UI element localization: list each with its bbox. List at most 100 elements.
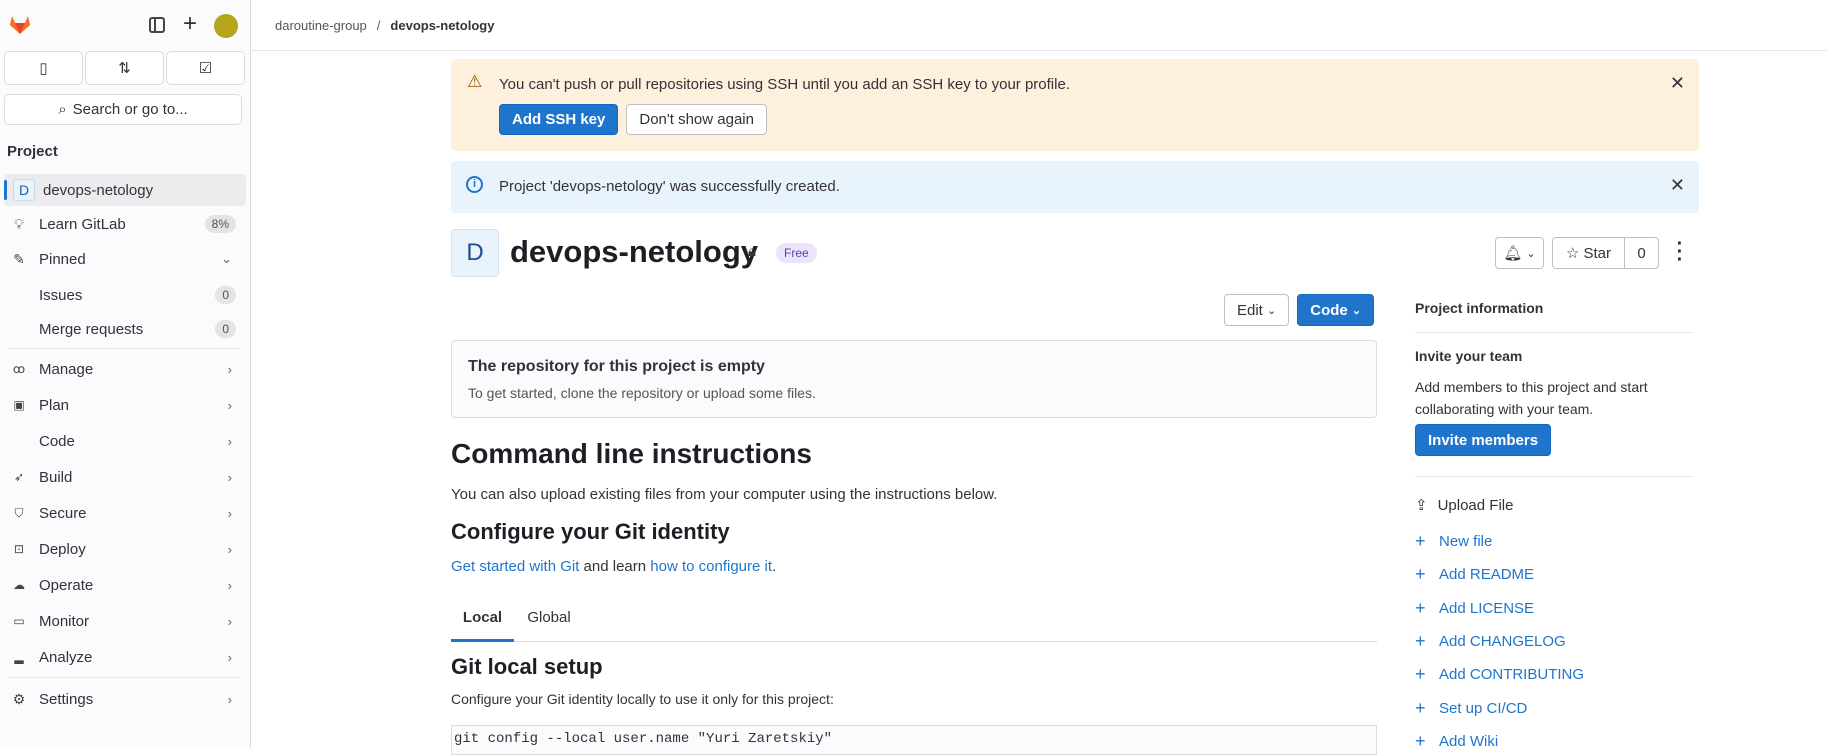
star-button[interactable]: ☆ Star (1553, 238, 1625, 268)
code-dropdown[interactable]: Code ⌄ (1297, 294, 1375, 326)
sidebar-item-label: Code (39, 432, 75, 450)
more-actions-icon[interactable]: · · · (1676, 234, 1684, 270)
sidebar: + ▯ ⇅ ☑ ⌕ Search or go to... Project D de… (0, 0, 251, 748)
gear-icon: ⚙ (12, 690, 26, 707)
sidebar-item-operate[interactable]: ☁ Operate › (0, 569, 246, 601)
project-avatar: D (13, 179, 35, 201)
sidebar-toggle-icon[interactable] (149, 17, 165, 33)
sidebar-item-analyze[interactable]: ▂ Analyze › (0, 641, 246, 673)
upload-icon: ⇪ (1415, 497, 1428, 514)
add-ssh-key-button[interactable]: Add SSH key (499, 104, 619, 135)
star-count[interactable]: 0 (1625, 245, 1658, 262)
notifications-dropdown[interactable]: 🔔︎ ⌄ (1495, 237, 1544, 269)
close-icon[interactable]: ✕ (1670, 175, 1685, 196)
local-setup-title: Git local setup (451, 654, 603, 679)
chart-icon: ▂ (14, 650, 24, 664)
monitor-icon: ▭ (13, 614, 25, 628)
invite-text: Add members to this project and start col… (1415, 379, 1648, 417)
get-started-link[interactable]: Get started with Git (451, 558, 579, 575)
sidebar-item-secure[interactable]: ⛉ Secure › (0, 497, 246, 529)
sidebar-item-settings[interactable]: ⚙ Settings › (0, 683, 246, 715)
sidebar-item-label: Monitor (39, 612, 90, 630)
plan-badge: Free (776, 243, 817, 263)
gitlab-logo-icon[interactable] (8, 12, 32, 36)
sidebar-item-label: Build (39, 468, 73, 486)
tab-local[interactable]: Local (451, 597, 514, 642)
chevron-right-icon: › (227, 541, 232, 557)
identity-help: Get started with Git and learn how to co… (451, 558, 777, 575)
search-button[interactable]: ⌕ Search or go to... (4, 94, 242, 125)
calendar-icon: ▣ (13, 398, 25, 412)
page-title: devops-netology (510, 234, 759, 269)
chevron-down-icon: ⌄ (1267, 304, 1277, 317)
sidebar-item-label: Manage (39, 360, 94, 378)
chevron-right-icon: › (227, 397, 232, 413)
divider (1415, 476, 1692, 477)
plus-icon: + (1415, 597, 1426, 618)
dont-show-again-button[interactable]: Don't show again (626, 104, 767, 135)
todo-icon: ☑ (198, 60, 213, 77)
edit-dropdown[interactable]: Edit ⌄ (1224, 294, 1290, 326)
sidebar-item-pinned[interactable]: ✎ Pinned ⌄ (0, 243, 246, 275)
breadcrumb-group[interactable]: daroutine-group (275, 18, 367, 33)
plus-icon: + (1415, 531, 1426, 551)
quick-link-set-up-ci-cd[interactable]: + Set up CI/CD (1415, 698, 1527, 719)
sidebar-item-label: Plan (39, 396, 70, 414)
local-setup-text: Configure your Git identity locally to u… (451, 691, 834, 707)
sidebar-item-issues[interactable]: Issues 0 (0, 279, 246, 311)
chevron-down-icon: ⌄ (1351, 304, 1362, 317)
quick-link-add-wiki[interactable]: + Add Wiki (1415, 731, 1498, 752)
section-title: Project (7, 143, 58, 160)
chevron-down-icon: ⌄ (221, 251, 232, 266)
sidebar-item-plan[interactable]: ▣ Plan › (0, 389, 246, 421)
sidebar-item-project[interactable]: D devops-netology (4, 174, 246, 206)
upload-file-link[interactable]: ⇪ Upload File (1415, 496, 1513, 515)
plus-icon: + (1415, 697, 1426, 718)
breadcrumb-project[interactable]: devops-netology (390, 18, 494, 33)
chevron-right-icon: › (227, 691, 232, 707)
rocket-icon: ➶ (13, 470, 25, 484)
quick-link-new-file[interactable]: + New file (1415, 531, 1492, 552)
invite-members-button[interactable]: Invite members (1415, 424, 1552, 456)
sidebar-item-monitor[interactable]: ▭ Monitor › (0, 605, 246, 637)
close-icon[interactable]: ✕ (1670, 73, 1685, 94)
sidebar-item-deploy[interactable]: ⊡ Deploy › (0, 533, 246, 565)
quick-link-add-readme[interactable]: + Add README (1415, 564, 1534, 585)
tabs: Local Global (451, 597, 1377, 642)
quick-link-add-contributing[interactable]: + Add CONTRIBUTING (1415, 664, 1584, 685)
lock-icon: 🔒︎ (748, 243, 756, 260)
cli-intro: You can also upload existing files from … (451, 486, 998, 503)
sidebar-item-code[interactable]: Code › (0, 425, 246, 457)
todos-shortcut-button[interactable]: ☑ (166, 51, 245, 85)
sidebar-item-label: Secure (39, 504, 87, 522)
tab-global[interactable]: Global (514, 597, 584, 642)
cli-title: Command line instructions (451, 438, 812, 469)
plus-icon: + (1415, 564, 1426, 585)
code-block[interactable]: git config --local user.name "Yuri Zaret… (451, 725, 1377, 755)
cloud-gear-icon: ☁ (13, 578, 25, 592)
plus-icon[interactable]: + (183, 10, 197, 38)
sidebar-item-label: Operate (39, 576, 94, 594)
search-icon: ⌕ (58, 101, 67, 118)
identity-title: Configure your Git identity (451, 519, 730, 544)
chevron-right-icon: › (227, 649, 232, 665)
breadcrumb: daroutine-group / devops-netology (251, 0, 1827, 51)
sidebar-item-build[interactable]: ➶ Build › (0, 461, 246, 493)
quick-link-add-changelog[interactable]: + Add CHANGELOG (1415, 631, 1566, 652)
divider (8, 677, 240, 678)
count-badge: 0 (215, 286, 236, 304)
how-to-configure-link[interactable]: how to configure it (650, 558, 772, 575)
chevron-right-icon: › (227, 505, 232, 521)
plus-icon: + (1415, 664, 1426, 685)
star-icon: ☆ (1566, 245, 1580, 262)
avatar[interactable] (214, 14, 238, 38)
merge-request-icon: ⇅ (118, 60, 131, 77)
sidebar-item-learn-gitlab[interactable]: 💡︎ Learn GitLab 8% (0, 208, 246, 240)
count-badge: 0 (215, 320, 236, 338)
merge-requests-shortcut-button[interactable]: ⇅ (85, 51, 164, 85)
issues-shortcut-button[interactable]: ▯ (4, 51, 83, 85)
sidebar-item-manage[interactable]: ꝏ Manage › (0, 353, 246, 385)
sidebar-item-label: Analyze (39, 648, 93, 666)
sidebar-item-merge-requests[interactable]: Merge requests 0 (0, 313, 246, 345)
quick-link-add-license[interactable]: + Add LICENSE (1415, 598, 1534, 619)
